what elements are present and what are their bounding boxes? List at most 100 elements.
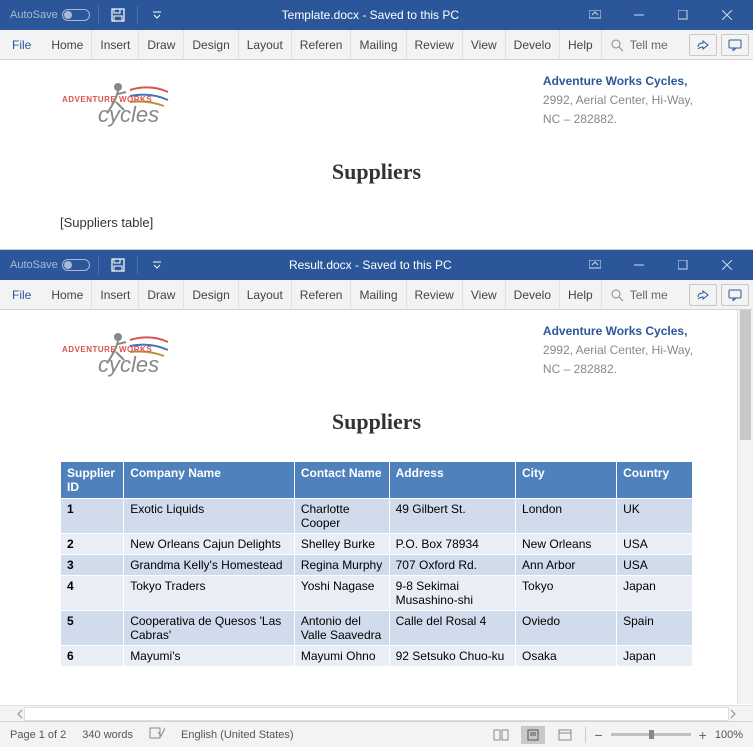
scroll-right-icon[interactable] — [729, 709, 737, 719]
table-cell: 707 Oxford Rd. — [389, 555, 515, 576]
document-area: ADVENTURE WORKS cycles Adventure Works C… — [0, 60, 753, 238]
status-words[interactable]: 340 words — [82, 729, 133, 741]
maximize-icon[interactable] — [661, 0, 705, 30]
tab-insert[interactable]: Insert — [92, 30, 139, 60]
horizontal-scrollbar[interactable] — [0, 705, 753, 721]
share-icon[interactable] — [689, 284, 717, 306]
comments-icon[interactable] — [721, 34, 749, 56]
table-cell: Spain — [617, 611, 693, 646]
share-icon[interactable] — [689, 34, 717, 56]
tab-developer[interactable]: Develo — [506, 30, 560, 60]
tab-developer[interactable]: Develo — [506, 280, 560, 310]
save-icon[interactable] — [107, 4, 129, 26]
table-header: Country — [617, 462, 693, 499]
tab-insert[interactable]: Insert — [92, 280, 139, 310]
close-icon[interactable] — [705, 250, 749, 280]
table-cell: 92 Setsuko Chuo-ku — [389, 646, 515, 667]
tab-file[interactable]: File — [4, 30, 43, 60]
tell-me-search[interactable]: Tell me — [610, 288, 668, 302]
close-icon[interactable] — [705, 0, 749, 30]
tab-mailings[interactable]: Mailing — [351, 280, 406, 310]
tab-draw[interactable]: Draw — [139, 280, 184, 310]
tab-layout[interactable]: Layout — [239, 30, 292, 60]
autosave-toggle[interactable]: AutoSave — [10, 259, 90, 271]
minimize-icon[interactable] — [617, 0, 661, 30]
table-cell: Calle del Rosal 4 — [389, 611, 515, 646]
vertical-scrollbar[interactable] — [737, 310, 753, 704]
ribbon-display-icon[interactable] — [573, 0, 617, 30]
tab-review[interactable]: Review — [407, 280, 463, 310]
qat-customize-icon[interactable] — [146, 4, 168, 26]
status-language[interactable]: English (United States) — [181, 729, 294, 741]
view-print-icon[interactable] — [521, 726, 545, 744]
tab-help[interactable]: Help — [560, 30, 602, 60]
ribbon-display-icon[interactable] — [573, 250, 617, 280]
view-read-icon[interactable] — [489, 726, 513, 744]
table-cell: Japan — [617, 646, 693, 667]
titlebar: AutoSave Template.docx - Saved to this P… — [0, 0, 753, 30]
document-area: ADVENTURE WORKS cycles Adventure Works C… — [0, 310, 753, 705]
scroll-left-icon[interactable] — [16, 709, 24, 719]
table-cell: P.O. Box 78934 — [389, 534, 515, 555]
tab-references[interactable]: Referen — [292, 280, 352, 310]
zoom-level[interactable]: 100% — [715, 729, 743, 741]
tab-view[interactable]: View — [463, 30, 506, 60]
suppliers-placeholder: [Suppliers table] — [60, 215, 693, 230]
minimize-icon[interactable] — [617, 250, 661, 280]
autosave-toggle[interactable]: AutoSave — [10, 9, 90, 21]
tab-draw[interactable]: Draw — [139, 30, 184, 60]
table-cell: 2 — [61, 534, 124, 555]
save-icon[interactable] — [107, 254, 129, 276]
tab-view[interactable]: View — [463, 280, 506, 310]
company-logo: ADVENTURE WORKS cycles — [60, 322, 180, 378]
comments-icon[interactable] — [721, 284, 749, 306]
table-cell: Tokyo Traders — [124, 576, 295, 611]
table-cell: Regina Murphy — [294, 555, 389, 576]
table-cell: Shelley Burke — [294, 534, 389, 555]
svg-text:cycles: cycles — [98, 102, 159, 127]
zoom-in-icon[interactable]: + — [699, 727, 707, 743]
table-cell: Yoshi Nagase — [294, 576, 389, 611]
table-cell: Exotic Liquids — [124, 499, 295, 534]
zoom-out-icon[interactable]: − — [594, 727, 602, 743]
table-cell: Grandma Kelly's Homestead — [124, 555, 295, 576]
tab-help[interactable]: Help — [560, 280, 602, 310]
table-cell: USA — [617, 534, 693, 555]
search-icon — [610, 38, 624, 52]
status-page[interactable]: Page 1 of 2 — [10, 729, 66, 741]
table-row: 4Tokyo TradersYoshi Nagase9-8 Sekimai Mu… — [61, 576, 693, 611]
table-cell: Mayumi Ohno — [294, 646, 389, 667]
table-header: Company Name — [124, 462, 295, 499]
ribbon: File Home Insert Draw Design Layout Refe… — [0, 30, 753, 60]
table-cell: 6 — [61, 646, 124, 667]
tab-file[interactable]: File — [4, 280, 43, 310]
company-address: Adventure Works Cycles, 2992, Aerial Cen… — [543, 72, 693, 130]
table-cell: New Orleans — [516, 534, 617, 555]
table-cell: Tokyo — [516, 576, 617, 611]
table-cell: UK — [617, 499, 693, 534]
page-heading: Suppliers — [60, 159, 693, 185]
tell-me-search[interactable]: Tell me — [610, 38, 668, 52]
table-cell: 4 — [61, 576, 124, 611]
suppliers-table: Supplier IDCompany NameContact NameAddre… — [60, 461, 693, 667]
maximize-icon[interactable] — [661, 250, 705, 280]
table-header: Address — [389, 462, 515, 499]
company-logo: ADVENTURE WORKS cycles — [60, 72, 180, 128]
tab-references[interactable]: Referen — [292, 30, 352, 60]
window-result: AutoSave Result.docx - Saved to this PC … — [0, 249, 753, 746]
search-icon — [610, 288, 624, 302]
tab-design[interactable]: Design — [184, 280, 238, 310]
ribbon: File Home Insert Draw Design Layout Refe… — [0, 280, 753, 310]
tab-home[interactable]: Home — [43, 30, 92, 60]
zoom-slider[interactable] — [611, 733, 691, 736]
table-cell: Charlotte Cooper — [294, 499, 389, 534]
view-web-icon[interactable] — [553, 726, 577, 744]
table-row: 5Cooperativa de Quesos 'Las Cabras'Anton… — [61, 611, 693, 646]
tab-mailings[interactable]: Mailing — [351, 30, 406, 60]
tab-design[interactable]: Design — [184, 30, 238, 60]
tab-review[interactable]: Review — [407, 30, 463, 60]
qat-customize-icon[interactable] — [146, 254, 168, 276]
tab-layout[interactable]: Layout — [239, 280, 292, 310]
status-spellcheck-icon[interactable] — [149, 726, 165, 743]
tab-home[interactable]: Home — [43, 280, 92, 310]
